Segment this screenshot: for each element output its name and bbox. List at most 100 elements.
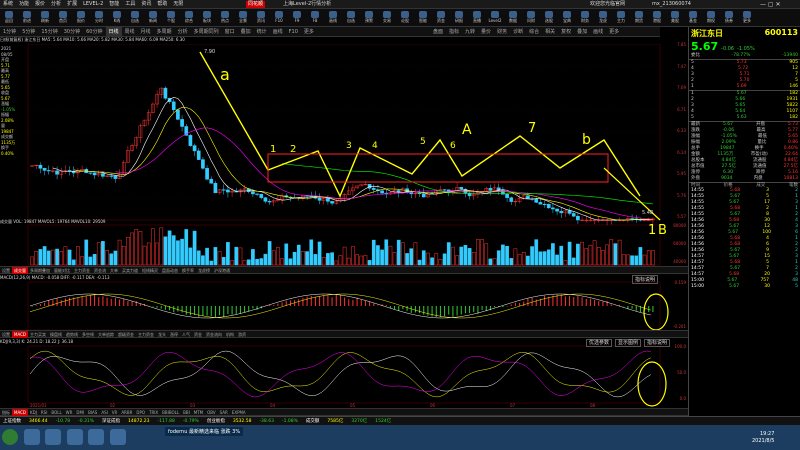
tab-period[interactable]: 多周期同列 bbox=[191, 27, 222, 37]
toolbar-button[interactable]: 龙虎 bbox=[595, 10, 611, 26]
toolbar-button[interactable]: 报价 bbox=[73, 10, 89, 26]
macd-explain-button[interactable]: 指标说明 bbox=[631, 275, 658, 284]
toolbar-button[interactable]: 新闻 bbox=[145, 10, 161, 26]
indicator-tab[interactable]: 主力资金 bbox=[72, 267, 92, 274]
indicator-shortcut[interactable]: BOLL bbox=[49, 409, 63, 416]
toolbar-button[interactable]: 自选 bbox=[343, 10, 359, 26]
toolbar-button[interactable]: 板块 bbox=[199, 10, 215, 26]
tab-period[interactable]: 15分钟 bbox=[38, 27, 60, 37]
toolbar-button[interactable]: 基金 bbox=[685, 10, 701, 26]
indicator-tab[interactable]: 大单追踪 bbox=[96, 331, 116, 338]
indicator-shortcut[interactable]: BIAS bbox=[86, 409, 99, 416]
tab-period[interactable]: 分析 bbox=[175, 27, 191, 37]
toolbar-button[interactable]: 更多 bbox=[739, 10, 755, 26]
menu-item[interactable]: 报价 bbox=[35, 0, 45, 9]
toolbar-button[interactable]: Level2 bbox=[487, 10, 503, 26]
indicator-shortcut[interactable]: DPO bbox=[134, 409, 147, 416]
menu-item[interactable]: 无限 bbox=[173, 0, 183, 9]
indicator-tab[interactable]: 大单 bbox=[108, 267, 120, 274]
toolbar-button[interactable]: 智能 bbox=[415, 10, 431, 26]
indicator-tab[interactable]: 沪深港通 bbox=[212, 267, 232, 274]
toolbar-button[interactable]: 热点 bbox=[217, 10, 233, 26]
menu-item[interactable]: 工具 bbox=[125, 0, 135, 9]
indicator-tab[interactable]: 主力买卖 bbox=[28, 331, 48, 338]
toolbar-button[interactable]: 返回 bbox=[1, 10, 17, 26]
tab-period[interactable]: 统计 bbox=[254, 27, 270, 37]
tab-tool[interactable]: 指标 bbox=[446, 27, 462, 37]
indicator-tab[interactable]: 龙虎榜 bbox=[196, 267, 212, 274]
indicator-tab[interactable]: 设置 bbox=[0, 331, 12, 338]
indicator-shortcut[interactable]: BBI bbox=[181, 409, 192, 416]
tab-period[interactable]: 叠加 bbox=[238, 27, 254, 37]
indicator-shortcut[interactable]: TRIX bbox=[147, 409, 160, 416]
indicator-tab[interactable]: MACD bbox=[12, 331, 28, 338]
toolbar-button[interactable]: 前进 bbox=[19, 10, 35, 26]
taskbar-app-1-icon[interactable] bbox=[23, 429, 40, 445]
toolbar-button[interactable]: 首页 bbox=[55, 10, 71, 26]
taskbar-app-2-icon[interactable] bbox=[45, 429, 62, 445]
user-name[interactable]: mx_213060074 bbox=[652, 0, 691, 9]
tab-period[interactable]: 画线 bbox=[270, 27, 286, 37]
toolbar-button[interactable]: 个股 bbox=[163, 10, 179, 26]
tab-period[interactable]: 更多 bbox=[301, 27, 317, 37]
toolbar-button[interactable]: 全景 bbox=[235, 10, 251, 26]
toolbar-button[interactable]: F8 bbox=[307, 10, 323, 26]
indicator-tab[interactable]: 设置 bbox=[0, 267, 12, 274]
toolbar-button[interactable]: F10 bbox=[271, 10, 287, 26]
indicator-shortcut[interactable]: MACD bbox=[12, 409, 28, 416]
indicator-shortcut[interactable]: VR bbox=[110, 409, 120, 416]
indicator-tab[interactable]: 涨停 bbox=[168, 331, 180, 338]
indicator-tab[interactable]: 资金流向 bbox=[204, 331, 224, 338]
toolbar-button[interactable]: 分时 bbox=[91, 10, 107, 26]
kdj-option-button[interactable]: 显示图例 bbox=[615, 339, 642, 347]
toolbar-button[interactable]: 刷新 bbox=[37, 10, 53, 26]
menu-item[interactable]: 分析 bbox=[51, 0, 61, 9]
indicator-shortcut[interactable]: BBIBOLL bbox=[160, 409, 181, 416]
start-button[interactable] bbox=[2, 429, 18, 445]
indicator-shortcut[interactable]: SAR bbox=[218, 409, 230, 416]
tab-tool[interactable]: 量价 bbox=[478, 27, 494, 37]
toolbar-button[interactable]: 研报 bbox=[451, 10, 467, 26]
toolbar-button[interactable]: 期权 bbox=[703, 10, 719, 26]
indicator-tab[interactable]: 主力资金 bbox=[136, 331, 156, 338]
indicator-tab[interactable]: 机构 bbox=[224, 331, 236, 338]
tab-period[interactable]: 多周期 bbox=[154, 27, 175, 37]
toolbar-button[interactable]: 债券 bbox=[721, 10, 737, 26]
indicator-tab[interactable]: 人气 bbox=[180, 331, 192, 338]
indicator-tab[interactable]: 趋势线 bbox=[64, 331, 80, 338]
indicator-tab[interactable]: 换手率 bbox=[180, 267, 196, 274]
indicator-tab[interactable]: 量能对比 bbox=[52, 267, 72, 274]
indicator-tab[interactable]: 资金流 bbox=[92, 267, 108, 274]
tab-tool[interactable]: 复权 bbox=[558, 27, 574, 37]
tab-tool[interactable]: 更多 bbox=[606, 27, 622, 37]
menu-item[interactable]: 扩展 bbox=[67, 0, 77, 9]
indicator-tab[interactable]: 多空线 bbox=[80, 331, 96, 338]
tab-period[interactable]: F10 bbox=[286, 27, 301, 37]
tab-tool[interactable]: 盘面 bbox=[430, 27, 446, 37]
tab-tool[interactable]: 诊断 bbox=[510, 27, 526, 37]
taskbar-app-3-icon[interactable] bbox=[66, 429, 83, 445]
menu-item[interactable]: 智能 bbox=[109, 0, 119, 9]
indicator-shortcut[interactable]: ARBR bbox=[119, 409, 134, 416]
tab-tool[interactable]: 画线 bbox=[590, 27, 606, 37]
tick-list[interactable]: 14:55 5.68 3 2 14:55 5.67 5 1 14:55 5.67 17 3 14:55 5… bbox=[689, 188, 800, 290]
menu-item[interactable]: 功能 bbox=[19, 0, 29, 9]
taskbar-app-4-icon[interactable] bbox=[88, 429, 105, 445]
taskbar-app-5-icon[interactable] bbox=[109, 429, 126, 445]
tab-period[interactable]: 5分钟 bbox=[19, 27, 38, 37]
indicator-shortcut[interactable]: KDJ bbox=[28, 409, 39, 416]
toolbar-button[interactable]: 自选 bbox=[127, 10, 143, 26]
toolbar-button[interactable]: 问财 bbox=[523, 10, 539, 26]
menu-item[interactable]: 资讯 bbox=[141, 0, 151, 9]
tab-period[interactable]: 周线 bbox=[122, 27, 138, 37]
toolbar-button[interactable]: 画线 bbox=[325, 10, 341, 26]
toolbar-button[interactable]: 论股 bbox=[397, 10, 413, 26]
menu-item[interactable]: 帮助 bbox=[157, 0, 167, 9]
tab-period[interactable]: 日线 bbox=[105, 27, 122, 37]
toolbar-button[interactable]: 资讯 bbox=[253, 10, 269, 26]
toolbar-button[interactable]: 期货 bbox=[631, 10, 647, 26]
window-controls[interactable]: — ▢ ✕ bbox=[760, 0, 781, 9]
toolbar-button[interactable]: 美股 bbox=[667, 10, 683, 26]
toolbar-button[interactable]: 主力 bbox=[613, 10, 629, 26]
tab-period[interactable]: 60分钟 bbox=[83, 27, 105, 37]
